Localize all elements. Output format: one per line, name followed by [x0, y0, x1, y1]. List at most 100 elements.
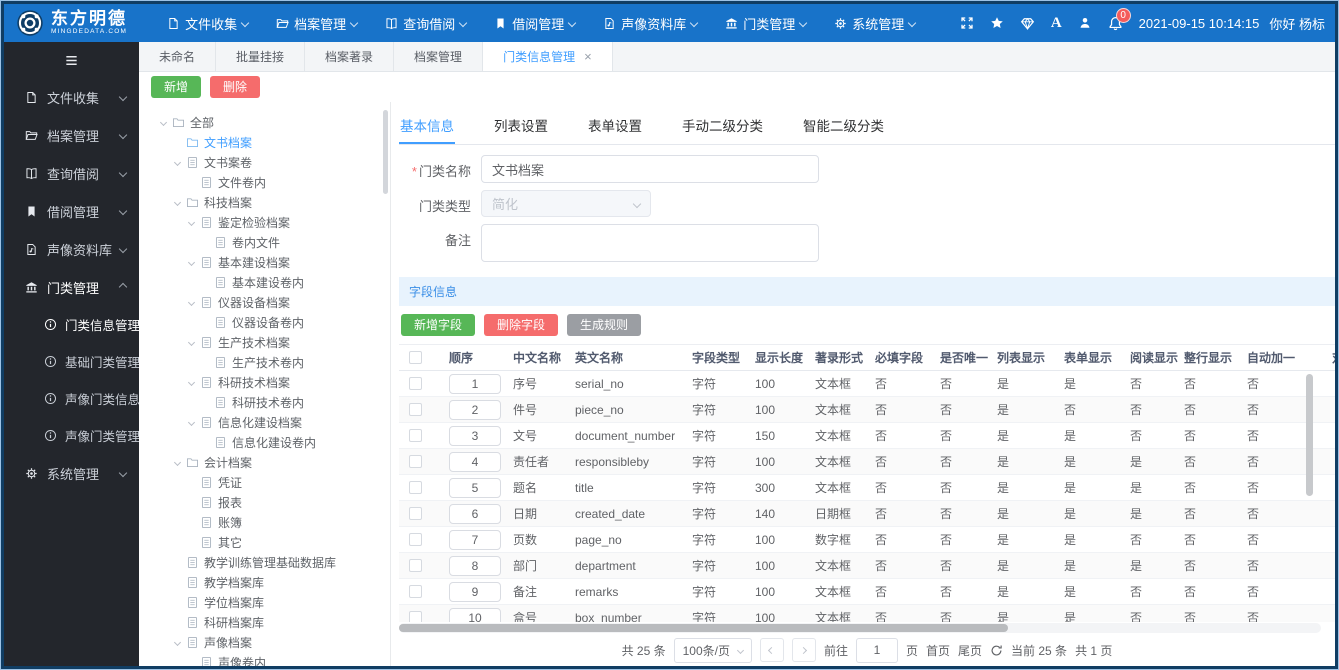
order-input[interactable]: 6	[449, 503, 501, 524]
row-checkbox[interactable]	[409, 585, 422, 598]
order-input[interactable]: 7	[449, 529, 501, 550]
detail-tab[interactable]: 列表设置	[493, 107, 549, 144]
fullscreen-icon[interactable]	[960, 16, 974, 30]
order-input[interactable]: 5	[449, 477, 501, 498]
row-checkbox[interactable]	[409, 533, 422, 546]
tree-item[interactable]: 基本建设卷内	[149, 272, 390, 292]
tree-item[interactable]: 生产技术档案	[149, 332, 390, 352]
topbar-menu-item[interactable]: 借阅管理	[480, 4, 589, 42]
table-vertical-scrollbar[interactable]	[1306, 374, 1313, 496]
topbar-menu-item[interactable]: 档案管理	[262, 4, 371, 42]
topbar-menu-item[interactable]: 文件收集	[153, 4, 262, 42]
refresh-icon[interactable]	[990, 644, 1003, 657]
tree-item[interactable]: 账簿	[149, 512, 390, 532]
tree-expander[interactable]	[171, 638, 184, 646]
detail-tab[interactable]: 手动二级分类	[681, 107, 764, 144]
tree-item[interactable]: 文书案卷	[149, 152, 390, 172]
tree-item[interactable]: 文件卷内	[149, 172, 390, 192]
tree-item[interactable]: 报表	[149, 492, 390, 512]
tree-item[interactable]: 学位档案库	[149, 592, 390, 612]
table-row[interactable]: 9 备注 remarks 字符 100 文本框否否是是否否否	[399, 578, 1335, 605]
tree-item[interactable]: 鉴定检验档案	[149, 212, 390, 232]
category-type-select[interactable]: 简化	[481, 190, 651, 217]
sidebar-subitem[interactable]: 声像门类信息	[4, 380, 139, 417]
generate-rule-button[interactable]: 生成规则	[567, 314, 642, 336]
tree-item[interactable]: 文书档案	[149, 132, 390, 152]
table-row[interactable]: 2 件号 piece_no 字符 100 文本框否否是否否否否	[399, 396, 1335, 423]
tree-item[interactable]: 凭证	[149, 472, 390, 492]
tree-item[interactable]: 卷内文件	[149, 232, 390, 252]
tree-scrollbar[interactable]	[383, 110, 388, 194]
open-tab[interactable]: 批量挂接	[216, 42, 306, 71]
row-checkbox[interactable]	[409, 481, 422, 494]
tree-expander[interactable]	[185, 378, 198, 386]
tree-expander[interactable]	[185, 418, 198, 426]
open-tab[interactable]: 门类信息管理 ×	[483, 42, 613, 71]
order-input[interactable]: 3	[449, 425, 501, 446]
tree-expander[interactable]	[185, 298, 198, 306]
tree-expander[interactable]	[185, 338, 198, 346]
delete-button[interactable]: 删除	[210, 76, 261, 98]
tree-item[interactable]: 科研档案库	[149, 612, 390, 632]
close-icon[interactable]: ×	[584, 50, 592, 63]
tree-expander[interactable]	[171, 198, 184, 206]
sidebar-item[interactable]: 文件收集	[4, 78, 139, 116]
row-checkbox[interactable]	[409, 611, 422, 622]
tree-item[interactable]: 声像档案	[149, 632, 390, 652]
row-checkbox[interactable]	[409, 507, 422, 520]
row-checkbox[interactable]	[409, 455, 422, 468]
category-name-input[interactable]	[481, 155, 819, 183]
order-input[interactable]: 2	[449, 399, 501, 420]
table-row[interactable]: 4 责任者 responsibleby 字符 100 文本框否否是是是否否	[399, 448, 1335, 475]
tree-expander[interactable]	[185, 218, 198, 226]
tree-item[interactable]: 仪器设备卷内	[149, 312, 390, 332]
table-row[interactable]: 6 日期 created_date 字符 140 日期框否否是是是否否	[399, 500, 1335, 527]
add-button[interactable]: 新增	[151, 76, 202, 98]
tree-item[interactable]: 科研技术档案	[149, 372, 390, 392]
topbar-menu-item[interactable]: 门类管理	[711, 4, 820, 42]
tree-item[interactable]: 基本建设档案	[149, 252, 390, 272]
topbar-menu-item[interactable]: 声像资料库	[589, 4, 711, 42]
sidebar-subitem[interactable]: 基础门类管理	[4, 343, 139, 380]
order-input[interactable]: 8	[449, 555, 501, 576]
tree-item[interactable]: 其它	[149, 532, 390, 552]
user-icon[interactable]	[1078, 16, 1092, 30]
prev-page-button[interactable]	[759, 638, 784, 662]
table-row[interactable]: 7 页数 page_no 字符 100 数字框否否是是否否否	[399, 526, 1335, 553]
tree-expander[interactable]	[157, 118, 170, 126]
gem-icon[interactable]	[1020, 16, 1035, 31]
sidebar-item[interactable]: 借阅管理	[4, 192, 139, 230]
tree-expander[interactable]	[171, 158, 184, 166]
row-checkbox[interactable]	[409, 377, 422, 390]
scrollbar-thumb[interactable]	[399, 624, 1008, 632]
sidebar-item[interactable]: 声像资料库	[4, 230, 139, 268]
row-checkbox[interactable]	[409, 429, 422, 442]
tree-expander[interactable]	[171, 458, 184, 466]
select-all-checkbox[interactable]	[409, 351, 422, 364]
page-size-select[interactable]: 100条/页	[673, 637, 752, 663]
sidebar-item[interactable]: 查询借阅	[4, 154, 139, 192]
tree-item[interactable]: 仪器设备档案	[149, 292, 390, 312]
table-row[interactable]: 3 文号 document_number 字符 150 文本框否否是是否否否	[399, 422, 1335, 449]
open-tab[interactable]: 未命名	[139, 42, 217, 71]
sidebar-item[interactable]: 门类管理	[4, 268, 139, 306]
remark-textarea[interactable]	[481, 224, 819, 262]
tree-item[interactable]: 教学档案库	[149, 572, 390, 592]
table-row[interactable]: 10 盒号 box_number 字符 100 文本框否否是是否否否	[399, 604, 1335, 622]
sidebar-subitem[interactable]: 门类信息管理	[4, 306, 139, 343]
order-input[interactable]: 10	[449, 607, 501, 622]
row-checkbox[interactable]	[409, 403, 422, 416]
sidebar-subitem[interactable]: 声像门类管理	[4, 417, 139, 454]
tree-item[interactable]: 信息化建设卷内	[149, 432, 390, 452]
row-checkbox[interactable]	[409, 559, 422, 572]
tree-item[interactable]: 全部	[149, 112, 390, 132]
favorite-star-icon[interactable]	[990, 16, 1004, 30]
sidebar-item[interactable]: 系统管理	[4, 454, 139, 492]
tree-item[interactable]: 生产技术卷内	[149, 352, 390, 372]
menu-collapse-icon[interactable]	[4, 42, 139, 78]
tree-item[interactable]: 科技档案	[149, 192, 390, 212]
detail-tab[interactable]: 基本信息	[399, 107, 455, 144]
table-row[interactable]: 8 部门 department 字符 100 文本框否否是是是否否	[399, 552, 1335, 579]
table-row[interactable]: 5 题名 title 字符 300 文本框否否是是是否否	[399, 474, 1335, 501]
order-input[interactable]: 9	[449, 581, 501, 602]
